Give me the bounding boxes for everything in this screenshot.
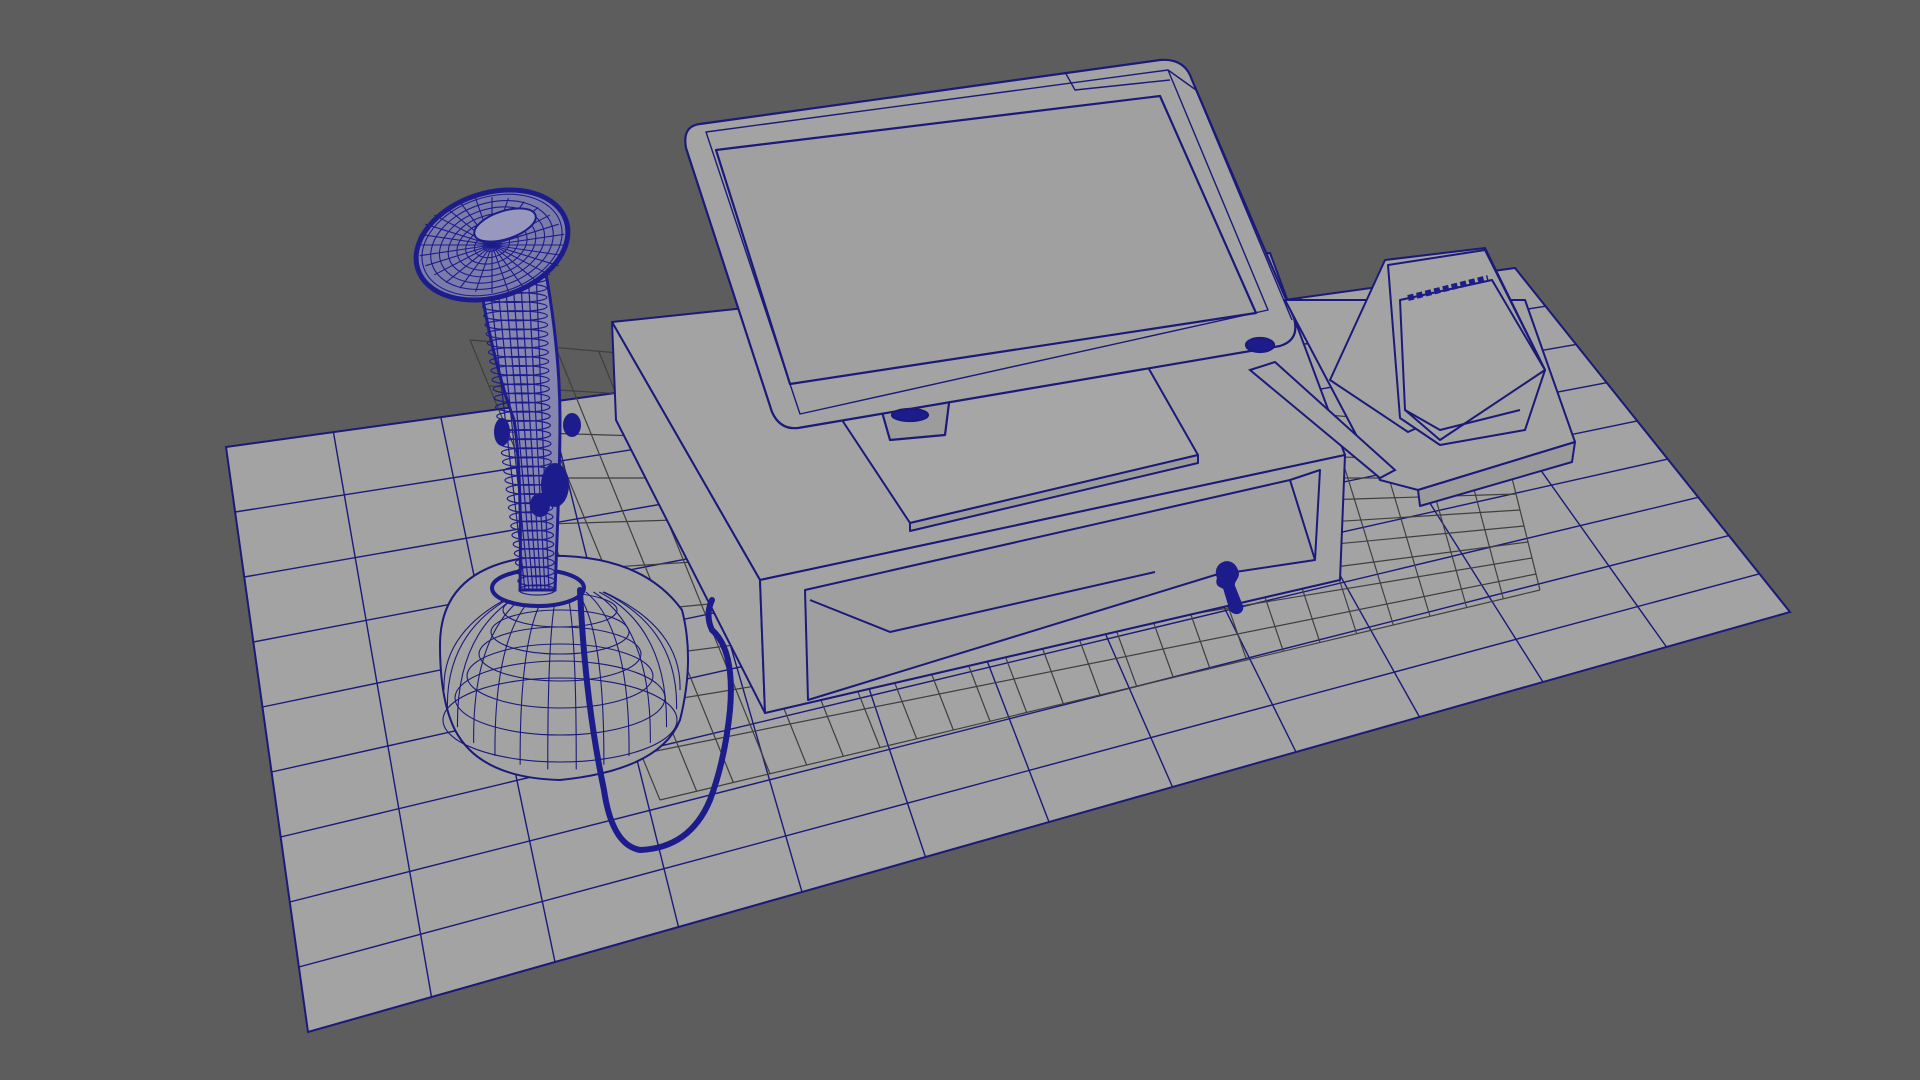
3d-viewport[interactable] <box>0 0 1920 1080</box>
scanner-side-button <box>563 413 581 437</box>
monitor-stand-joint <box>890 407 930 423</box>
monitor-hinge <box>1244 336 1276 354</box>
scanner-front-bump <box>530 493 550 517</box>
viewport-canvas[interactable] <box>0 0 1920 1080</box>
scanner-trigger <box>494 418 510 446</box>
